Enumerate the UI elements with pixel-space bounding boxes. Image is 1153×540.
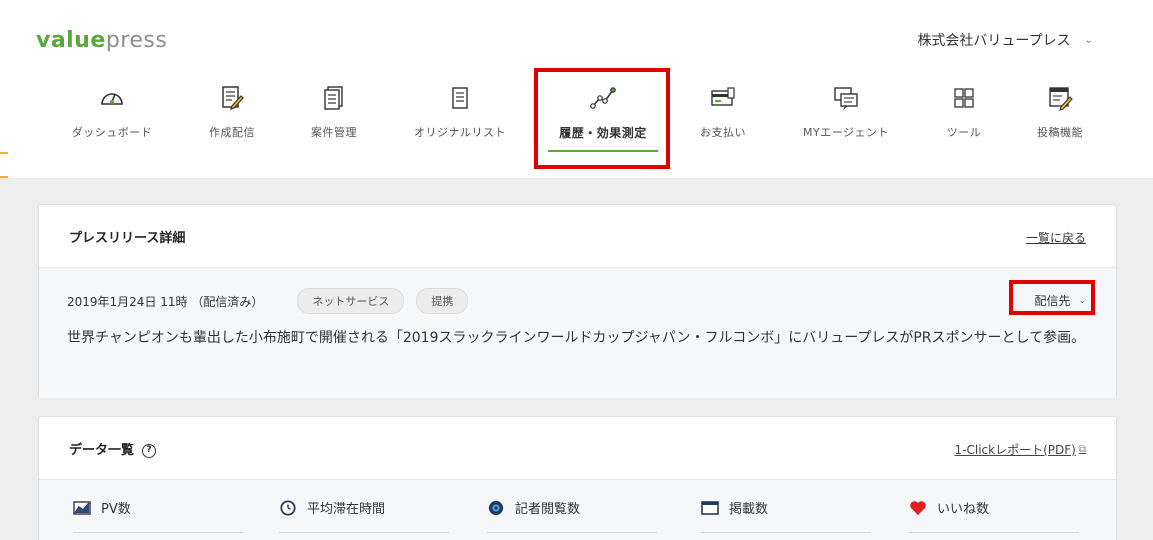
metric-label: 掲載数 [729, 502, 769, 517]
nav-label: お支払い [700, 126, 746, 139]
release-meta: 2019年1月24日 11時 （配信済み） ネットサービス 提携 [67, 288, 480, 314]
eye-icon [488, 500, 504, 515]
metric-divider [487, 532, 657, 533]
category-tag[interactable]: 提携 [416, 288, 469, 314]
gauge-icon [101, 93, 123, 105]
documents-icon [324, 86, 343, 110]
clock-icon [280, 499, 296, 516]
metrics-row: PV数 平均滞在時間 記者閲覧数 掲載数 いいね数 [39, 479, 1116, 540]
pdf-report-link[interactable]: 1-Clickレポート(PDF) ⧉ [955, 441, 1086, 458]
nav-label: 案件管理 [311, 126, 357, 139]
metric-label: いいね数 [937, 502, 990, 517]
list-icon [452, 87, 468, 109]
chat-icon [834, 87, 858, 110]
category-tag[interactable]: ネットサービス [297, 288, 405, 314]
company-name: 株式会社バリュープレス [917, 33, 1071, 49]
press-release-card: プレスリリース詳細 一覧に戻る 2019年1月24日 11時 （配信済み） ネッ… [38, 204, 1117, 398]
metric-label: PV数 [101, 502, 131, 517]
edit-document-icon [222, 86, 244, 110]
metric-label: 平均滞在時間 [307, 502, 386, 517]
logo-part-value: value [36, 28, 106, 53]
release-headline: 世界チャンピオンも輩出した小布施町で開催される「2019スラックラインワールドカ… [67, 330, 1086, 346]
highlight-box-history [534, 68, 670, 169]
edge-mark [0, 152, 8, 154]
nav-label: ダッシュボード [71, 126, 153, 139]
metric-label: 記者閲覧数 [515, 502, 581, 517]
chart-image-icon [73, 500, 91, 515]
help-icon[interactable]: ? [142, 443, 157, 458]
chevron-down-icon: ⌄ [1084, 34, 1093, 46]
release-detail-body: 2019年1月24日 11時 （配信済み） ネットサービス 提携 配信先 ⌄ 世… [39, 267, 1116, 398]
window-icon [701, 500, 719, 515]
metric-divider [279, 532, 449, 533]
logo-part-press: press [105, 28, 168, 53]
metric-divider [909, 532, 1079, 533]
nav-item-posting[interactable]: 投稿機能 [1000, 84, 1120, 140]
metric-pv: PV数 [73, 498, 131, 517]
data-list-title: データ一覧 [69, 443, 135, 458]
grid-icon [954, 88, 974, 108]
nav-item-original-list[interactable]: オリジナルリスト [400, 84, 520, 140]
metric-divider [701, 532, 871, 533]
metric-reporter-views: 記者閲覧数 [487, 498, 580, 517]
heart-icon [910, 500, 926, 515]
nav-label: オリジナルリスト [414, 126, 506, 139]
metric-placements: 掲載数 [701, 498, 768, 517]
card-title: データ一覧? [69, 439, 157, 458]
report-label: 1-Clickレポート(PDF) [954, 443, 1076, 457]
metric-likes: いいね数 [909, 498, 989, 517]
nav-item-dashboard[interactable]: ダッシュボード [52, 84, 172, 140]
nav-item-my-agent[interactable]: MYエージェント [786, 84, 906, 140]
external-link-icon: ⧉ [1078, 444, 1086, 455]
nav-item-payment[interactable]: お支払い [663, 84, 783, 140]
data-list-card: データ一覧? 1-Clickレポート(PDF) ⧉ PV数 平均滞在時間 記者閲… [38, 416, 1117, 540]
metric-divider [73, 532, 243, 533]
post-icon [1049, 87, 1073, 111]
payment-icon [711, 87, 735, 106]
release-date: 2019年1月24日 11時 （配信済み） [67, 294, 264, 309]
company-menu[interactable]: 株式会社バリュープレス ⌄ [917, 30, 1093, 50]
logo[interactable]: valuepress [36, 28, 167, 53]
nav-item-projects[interactable]: 案件管理 [274, 84, 394, 140]
nav-label: MYエージェント [803, 126, 889, 139]
card-title: プレスリリース詳細 [69, 231, 186, 246]
nav-label: 投稿機能 [1037, 126, 1083, 139]
highlight-box-destination [1009, 280, 1095, 315]
metric-avg-time: 平均滞在時間 [279, 498, 385, 517]
back-to-list-link[interactable]: 一覧に戻る [1026, 229, 1086, 246]
header: valuepress 株式会社バリュープレス ⌄ ダッシュボード 作成配信 案件… [0, 0, 1153, 180]
